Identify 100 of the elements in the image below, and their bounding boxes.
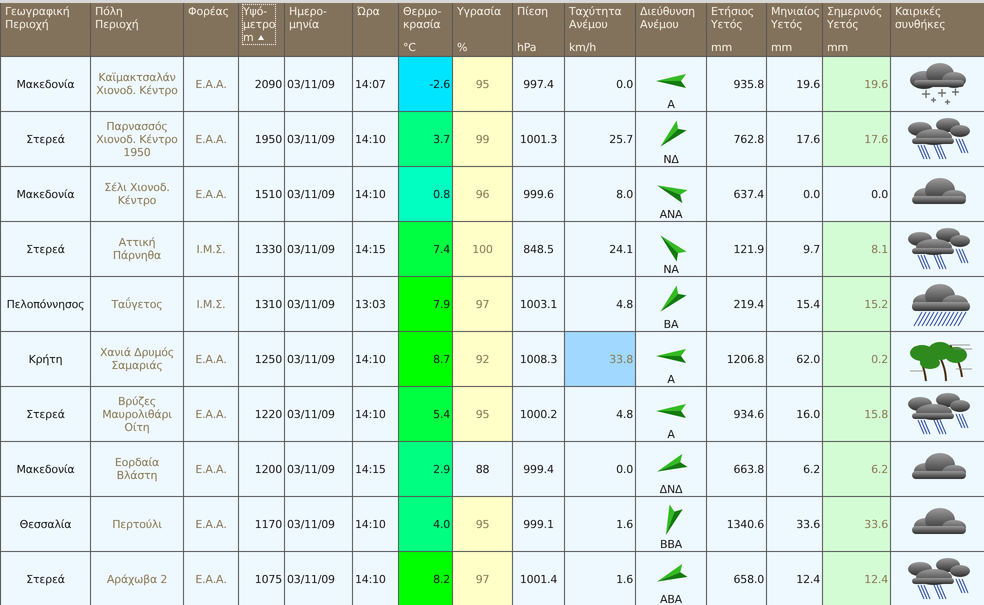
date-cell: 03/11/09 [287, 462, 335, 476]
humidity-cell: 99 [452, 112, 512, 166]
column-header: Υγρασία [457, 5, 502, 18]
altitude-cell: 1250 [254, 352, 282, 366]
daily-rain-cell: 0.2 [822, 332, 890, 386]
pressure-cell: 999.1 [523, 518, 554, 530]
humidity-cell: 95 [452, 496, 512, 552]
annual-rain-cell: 658.0 [734, 572, 764, 586]
wind-speed-cell: 0.0 [564, 442, 636, 496]
column-unit: °C [403, 41, 417, 54]
region-cell: Μακεδονία [16, 78, 74, 90]
station-cell: Βρύζες Μαυρολιθάρι Οίτη [102, 394, 172, 434]
wind-speed-cell: 8.0 [564, 166, 636, 222]
altitude-cell: 1220 [254, 408, 282, 420]
column-header: Ημερο- μηνία [289, 5, 328, 31]
wind-direction-label: Α [667, 98, 675, 110]
station-cell: Σέλι Χιονοδ. Κέντρο [104, 181, 170, 207]
date-cell: 03/11/09 [287, 78, 335, 90]
wind-direction-label: ΒΒΑ [660, 538, 682, 550]
region-cell: Κρήτη [28, 352, 62, 366]
humidity-cell: 88 [452, 442, 512, 496]
daily-rain-cell: 8.1 [822, 222, 890, 276]
region-cell: Θεσσαλία [20, 518, 72, 530]
humidity-cell: 97 [452, 276, 512, 332]
station-cell: Περτούλι [112, 518, 162, 530]
column-header: Μηνιαίος Υετός [771, 5, 819, 31]
column-unit: % [457, 41, 468, 54]
region-cell: Στερεά [26, 408, 65, 420]
pressure-cell: 1001.3 [520, 132, 558, 146]
station-cell: Παρνασσός Χιονοδ. Κέντρο 1950 [96, 120, 178, 158]
column-header: Ετήσιος Υετός [711, 5, 756, 31]
column-header: Πίεση [517, 5, 549, 18]
date-cell: 03/11/09 [287, 242, 335, 256]
monthly-rain-cell: 33.6 [796, 518, 820, 530]
column-unit: mm [827, 41, 850, 54]
wind-direction-label: ΑΒΑ [660, 593, 682, 605]
agency-cell: Ε.Α.Α. [195, 462, 227, 476]
wind-direction-label: ΝΑ [663, 263, 679, 276]
annual-rain-cell: 637.4 [734, 188, 764, 200]
humidity-cell: 100 [452, 222, 512, 276]
date-cell: 03/11/09 [287, 518, 335, 530]
monthly-rain-cell: 0.0 [803, 188, 820, 200]
annual-rain-cell: 219.4 [734, 298, 764, 310]
date-cell: 03/11/09 [287, 188, 335, 200]
temperature-cell: 8.7 [398, 332, 452, 386]
time-cell: 14:10 [355, 408, 386, 420]
annual-rain-cell: 121.9 [734, 242, 764, 256]
station-cell: Ταΰγετος [112, 298, 162, 310]
column-unit: mm [711, 41, 734, 54]
annual-rain-cell: 762.8 [734, 132, 764, 146]
pressure-cell: 997.4 [523, 78, 554, 90]
column-header: Πόλη Περιοχή [95, 5, 140, 31]
column-unit: mm [771, 41, 794, 54]
monthly-rain-cell: 15.4 [796, 298, 820, 310]
date-cell: 03/11/09 [287, 572, 335, 586]
pressure-cell: 999.6 [523, 188, 554, 200]
humidity-cell: 97 [452, 552, 512, 605]
temperature-cell: 4.0 [398, 496, 452, 552]
date-cell: 03/11/09 [287, 352, 335, 366]
agency-cell: Ι.Μ.Σ. [196, 298, 226, 310]
wind-speed-cell: 4.8 [564, 276, 636, 332]
sort-ascending-icon [258, 35, 264, 40]
temperature-cell: 7.9 [398, 276, 452, 332]
pressure-cell: 1008.3 [520, 352, 558, 366]
column-header: Γεωγραφική Περιοχή [5, 5, 70, 31]
monthly-rain-cell: 62.0 [796, 352, 820, 366]
annual-rain-cell: 1206.8 [726, 352, 764, 366]
monthly-rain-cell: 17.6 [796, 132, 820, 146]
agency-cell: Ε.Α.Α. [195, 78, 227, 90]
station-cell: Καϊμακτσαλάν Χιονοδ. Κέντρο [96, 71, 178, 97]
time-cell: 14:10 [355, 188, 386, 200]
annual-rain-cell: 934.6 [734, 408, 764, 420]
annual-rain-cell: 1340.6 [726, 518, 764, 530]
agency-cell: Ι.Μ.Σ. [196, 242, 226, 256]
altitude-cell: 1510 [254, 188, 282, 200]
temperature-cell: 7.4 [398, 222, 452, 276]
wind-direction-label: ΒΑ [664, 318, 678, 330]
region-cell: Στερεά [26, 572, 65, 586]
station-cell: Χανιά Δρυμός Σαμαριάς [100, 346, 174, 372]
humidity-cell: 95 [452, 56, 512, 112]
wind-speed-cell: 1.6 [564, 496, 636, 552]
column-header: Ταχύτητα Ανέμου [569, 5, 623, 31]
time-cell: 14:10 [355, 132, 386, 146]
altitude-cell: 1075 [254, 572, 282, 586]
daily-rain-cell: 15.8 [822, 386, 890, 442]
region-cell: Πελοπόννησος [6, 298, 84, 310]
time-cell: 14:10 [355, 352, 386, 366]
humidity-cell: 92 [452, 332, 512, 386]
altitude-cell: 1950 [254, 132, 282, 146]
temperature-cell: 8.2 [398, 552, 452, 605]
altitude-cell: 1200 [254, 462, 282, 476]
wind-speed-cell: 25.7 [564, 112, 636, 166]
column-header: Καιρικές συνθήκες [895, 5, 946, 31]
monthly-rain-cell: 19.6 [796, 78, 820, 90]
wind-direction-label: Α [667, 373, 675, 386]
wind-speed-cell: 0.0 [564, 56, 636, 112]
temperature-cell: 3.7 [398, 112, 452, 166]
agency-cell: Ε.Α.Α. [195, 408, 227, 420]
agency-cell: Ε.Α.Α. [195, 188, 227, 200]
temperature-cell: 5.4 [398, 386, 452, 442]
